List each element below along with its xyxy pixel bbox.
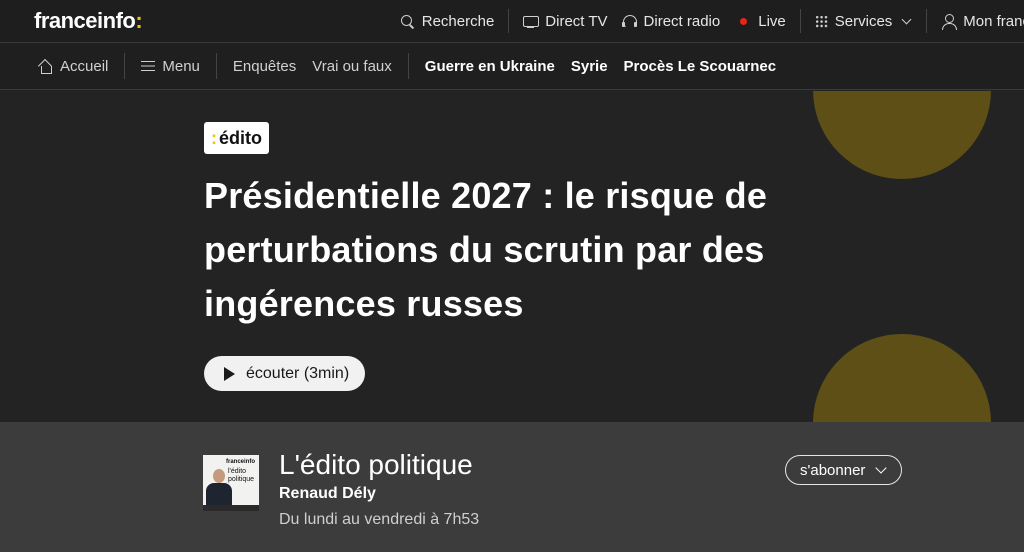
program-schedule: Du lundi au vendredi à 7h53 <box>279 511 480 528</box>
hamburger-icon <box>141 60 156 72</box>
divider <box>124 53 126 79</box>
program-author: Renaud Dély <box>279 485 376 502</box>
services-menu[interactable]: Services <box>814 13 913 30</box>
decorative-circle <box>813 91 991 179</box>
divider <box>799 9 801 33</box>
edito-badge: : édito <box>204 122 269 154</box>
divider <box>407 53 409 79</box>
search-link[interactable]: Recherche <box>400 13 494 30</box>
top-bar: franceinfo: Recherche Direct TV Direct r… <box>0 0 1024 43</box>
nav-enquetes[interactable]: Enquêtes <box>233 58 296 75</box>
home-link[interactable]: Accueil <box>38 58 108 75</box>
topic-syrie[interactable]: Syrie <box>571 58 608 75</box>
live-link[interactable]: Live <box>740 13 786 30</box>
article-hero: : édito Présidentielle 2027 : le risque d… <box>0 91 1024 422</box>
section-nav: Accueil Menu Enquêtes Vrai ou faux Guerr… <box>0 43 1024 90</box>
subscribe-button[interactable]: s'abonner <box>785 455 903 485</box>
divider <box>926 9 928 33</box>
play-icon <box>224 366 235 381</box>
top-nav: Recherche Direct TV Direct radio Live Se… <box>400 0 1024 42</box>
home-icon <box>38 59 53 74</box>
topic-proces-le-scouarnec[interactable]: Procès Le Scouarnec <box>624 58 777 75</box>
decorative-circle <box>813 334 991 422</box>
menu-button[interactable]: Menu <box>141 58 200 75</box>
user-icon <box>941 13 958 30</box>
listen-button[interactable]: écouter (3min) <box>204 356 366 391</box>
search-icon <box>400 14 415 29</box>
program-thumbnail[interactable]: franceinfo l'édito politique <box>203 455 259 511</box>
direct-radio-link[interactable]: Direct radio <box>621 13 720 30</box>
divider <box>215 53 217 79</box>
chevron-down-icon <box>875 461 888 474</box>
program-band: franceinfo l'édito politique L'édito pol… <box>0 422 1024 552</box>
live-dot-icon <box>740 17 748 25</box>
divider <box>508 9 510 33</box>
account-link[interactable]: Mon franc <box>941 13 1024 30</box>
chevron-down-icon <box>901 14 912 24</box>
franceinfo-logo[interactable]: franceinfo: <box>34 8 143 34</box>
direct-tv-link[interactable]: Direct TV <box>523 13 608 30</box>
article-title: Présidentielle 2027 : le risque de pertu… <box>204 175 768 324</box>
headphones-icon <box>621 14 637 29</box>
nav-vrai-ou-faux[interactable]: Vrai ou faux <box>312 58 392 75</box>
grid-icon <box>814 14 828 28</box>
tv-icon <box>523 14 540 29</box>
topic-ukraine[interactable]: Guerre en Ukraine <box>425 58 555 75</box>
program-title[interactable]: L'édito politique <box>279 449 473 481</box>
